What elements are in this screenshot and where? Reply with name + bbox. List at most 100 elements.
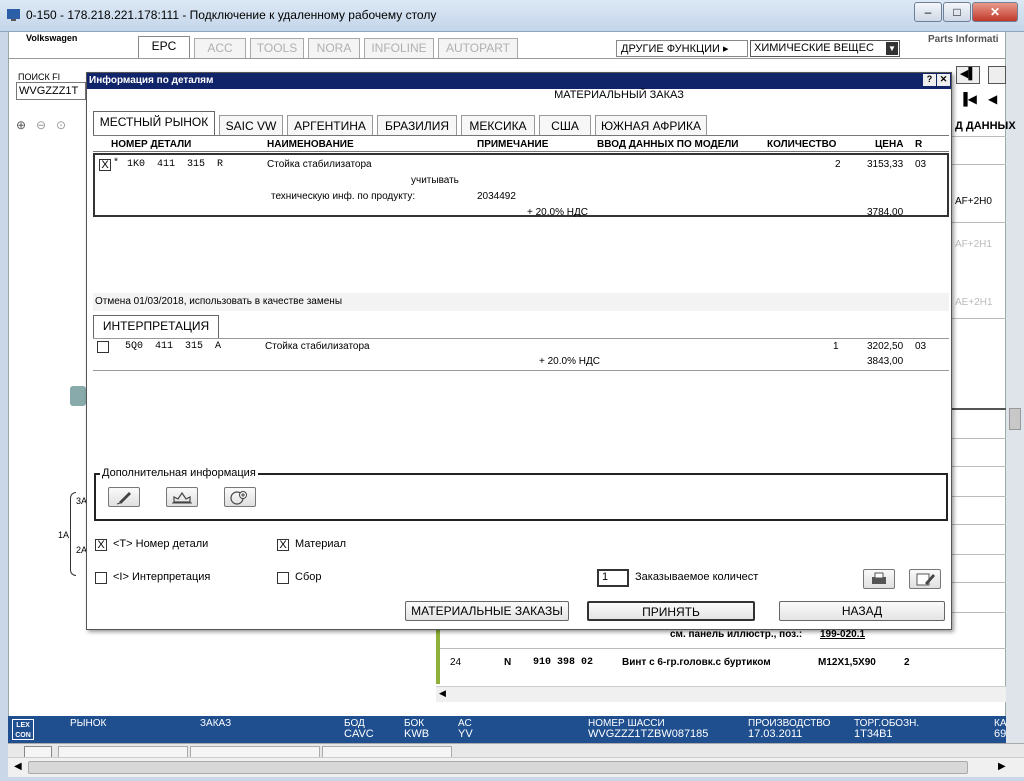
close-button[interactable]: ✕ <box>972 2 1018 22</box>
main-item-checkbox[interactable]: X <box>99 159 111 171</box>
main-item-row[interactable]: X * 1K0 411 315 R Стойка стабилизатора у… <box>93 153 949 218</box>
help-button[interactable]: ? <box>923 74 936 86</box>
main-item-note2: техническую инф. по продукту: <box>271 191 416 202</box>
bg-row-flag: N <box>504 657 512 668</box>
rdp-hscroll[interactable]: ◀ ▶ <box>8 757 1024 777</box>
interp-item-qty: 1 <box>833 341 839 352</box>
status-market-label: РЫНОК <box>70 718 107 729</box>
interpretation-option-label[interactable]: <I> Интерпретация <box>113 571 210 583</box>
order-qty-input[interactable]: 1 <box>597 569 629 587</box>
tab-epc[interactable]: EPC <box>138 36 190 59</box>
zoom-out-icon[interactable]: ⊖ <box>36 118 46 132</box>
bg-row-part[interactable]: 910 398 02 <box>533 657 593 668</box>
maximize-button[interactable]: □ <box>943 2 971 22</box>
search-input[interactable]: WVGZZZ1T <box>16 82 86 100</box>
search-label: ПОИСК FI <box>18 72 61 82</box>
tab-autopart[interactable]: AUTOPART <box>438 38 518 58</box>
tab-acc[interactable]: ACC <box>194 38 246 58</box>
bg-row-pos: 24 <box>450 657 462 668</box>
interp-item-name: Стойка стабилизатора <box>265 341 370 352</box>
main-item-star: * <box>113 158 120 169</box>
main-item-qty: 2 <box>835 159 841 170</box>
material-orders-button[interactable]: МАТЕРИАЛЬНЫЕ ЗАКАЗЫ <box>405 601 569 621</box>
main-item-note2-value: 2034492 <box>477 191 516 202</box>
tab-interpretation[interactable]: ИНТЕРПРЕТАЦИЯ <box>93 315 219 339</box>
material-checkbox[interactable]: X <box>277 539 289 551</box>
scroll-right-icon[interactable]: ▶ <box>998 761 1006 772</box>
edit-list-icon[interactable] <box>909 569 941 589</box>
zoom-in-icon[interactable]: ⊕ <box>16 118 26 132</box>
window-title: 0-150 - 178.218.221.178:111 - Подключени… <box>26 8 437 22</box>
document-icon[interactable] <box>988 66 1006 84</box>
vertical-scrollbar[interactable] <box>1006 32 1024 777</box>
col-model-data: ВВОД ДАННЫХ ПО МОДЕЛИ <box>597 139 739 150</box>
prev-page-icon[interactable]: ◀ <box>988 92 1006 110</box>
interp-item-checkbox[interactable] <box>97 341 109 353</box>
print-icon[interactable] <box>863 569 895 589</box>
brand-label: Volkswagen <box>26 33 78 43</box>
interp-item-vat-label: + 20.0% НДС <box>539 356 600 367</box>
scroll-left-icon[interactable]: ◀ <box>14 761 22 772</box>
part-number-option-label[interactable]: <T> Номер детали <box>113 538 208 550</box>
bg-code-1: AF+2H0 <box>955 196 992 207</box>
data-column-header: Д ДАННЫХ <box>955 120 1016 132</box>
bg-code-2: AF+2H1 <box>955 239 992 250</box>
tab-south-africa[interactable]: ЮЖНАЯ АФРИКА <box>595 115 707 136</box>
other-functions-menu[interactable]: ДРУГИЕ ФУНКЦИИ ▸ <box>616 40 748 57</box>
tab-nora[interactable]: NORA <box>308 38 360 58</box>
interpretation-checkbox[interactable] <box>95 572 107 584</box>
main-item-r: 03 <box>915 159 927 170</box>
tab-saic-vw[interactable]: SAIC VW <box>219 115 283 136</box>
col-quantity: КОЛИЧЕСТВО <box>767 139 837 150</box>
tab-local-market[interactable]: МЕСТНЫЙ РЫНОК <box>93 111 215 135</box>
assembly-option-label[interactable]: Сбор <box>295 571 321 583</box>
chevron-down-icon[interactable]: ▼ <box>886 42 898 55</box>
circle-plus-icon[interactable] <box>224 487 256 507</box>
tab-argentina[interactable]: АРГЕНТИНА <box>287 115 373 136</box>
status-bod-value: CAVC <box>344 728 374 740</box>
status-trade-value: 1T34B1 <box>854 728 893 740</box>
tab-usa[interactable]: США <box>539 115 591 136</box>
nav-back-icon[interactable]: ◀▌ <box>956 66 980 84</box>
replacement-text: Отмена 01/03/2018, использовать в качест… <box>95 296 343 307</box>
col-price: ЦЕНА <box>875 139 904 150</box>
main-item-vat-price: 3784,00 <box>867 207 904 218</box>
accept-button[interactable]: ПРИНЯТЬ <box>587 601 755 621</box>
dialog-title: Информация по деталям <box>89 75 214 86</box>
interp-item-r: 03 <box>915 341 927 352</box>
minimize-button[interactable]: – <box>914 2 942 22</box>
tab-tools[interactable]: TOOLS <box>250 38 304 58</box>
parts-info-logo: Parts Informati <box>928 34 999 45</box>
status-bar: LEX CON РЫНОК ЗАКАЗ БОД CAVC БОК KWB АС … <box>8 716 1007 743</box>
status-ka-value: 69 <box>994 728 1007 740</box>
scroll-thumb[interactable] <box>1009 408 1021 430</box>
part-number-checkbox[interactable]: X <box>95 539 107 551</box>
rdp-scroll-thumb[interactable] <box>28 761 968 774</box>
tabs-divider <box>8 58 1006 59</box>
status-bok-value: KWB <box>404 728 430 740</box>
panel-ref-link[interactable]: 199-020.1 <box>820 629 865 640</box>
material-option-label[interactable]: Материал <box>295 538 346 550</box>
bg-row-name: Винт с 6-гр.головк.с буртиком <box>622 657 771 668</box>
chemicals-select[interactable]: ХИМИЧЕСКИЕ ВЕЩЕС ▼ <box>750 40 900 57</box>
chemicals-select-value: ХИМИЧЕСКИЕ ВЕЩЕС <box>754 42 874 54</box>
zoom-fit-icon[interactable]: ⊙ <box>56 118 66 132</box>
tab-infoline[interactable]: INFOLINE <box>364 38 434 58</box>
assembly-checkbox[interactable] <box>277 572 289 584</box>
bg-code-3: AE+2H1 <box>955 297 993 308</box>
scroll-left-icon[interactable]: ◀ <box>439 688 446 699</box>
pencil-icon[interactable] <box>108 487 140 507</box>
tab-mexico[interactable]: МЕКСИКА <box>461 115 535 136</box>
tab-brazil[interactable]: БРАЗИЛИЯ <box>377 115 457 136</box>
interp-item-row[interactable]: 5Q0 411 315 A Стойка стабилизатора 1 320… <box>93 339 949 371</box>
main-item-name: Стойка стабилизатора <box>267 159 372 170</box>
col-note: ПРИМЕЧАНИЕ <box>477 139 549 150</box>
table-hscroll[interactable]: ◀ <box>436 686 1006 702</box>
lexcom-logo: LEX CON <box>12 719 34 740</box>
panel-ref-text: см. панель иллюстр., поз.: <box>670 629 803 640</box>
crown-tool-icon[interactable] <box>166 487 198 507</box>
status-order-label: ЗАКАЗ <box>200 718 232 729</box>
first-page-icon[interactable]: ▐◀ <box>956 92 980 110</box>
dialog-close-button[interactable]: ✕ <box>937 74 950 86</box>
back-button[interactable]: НАЗАД <box>779 601 945 621</box>
